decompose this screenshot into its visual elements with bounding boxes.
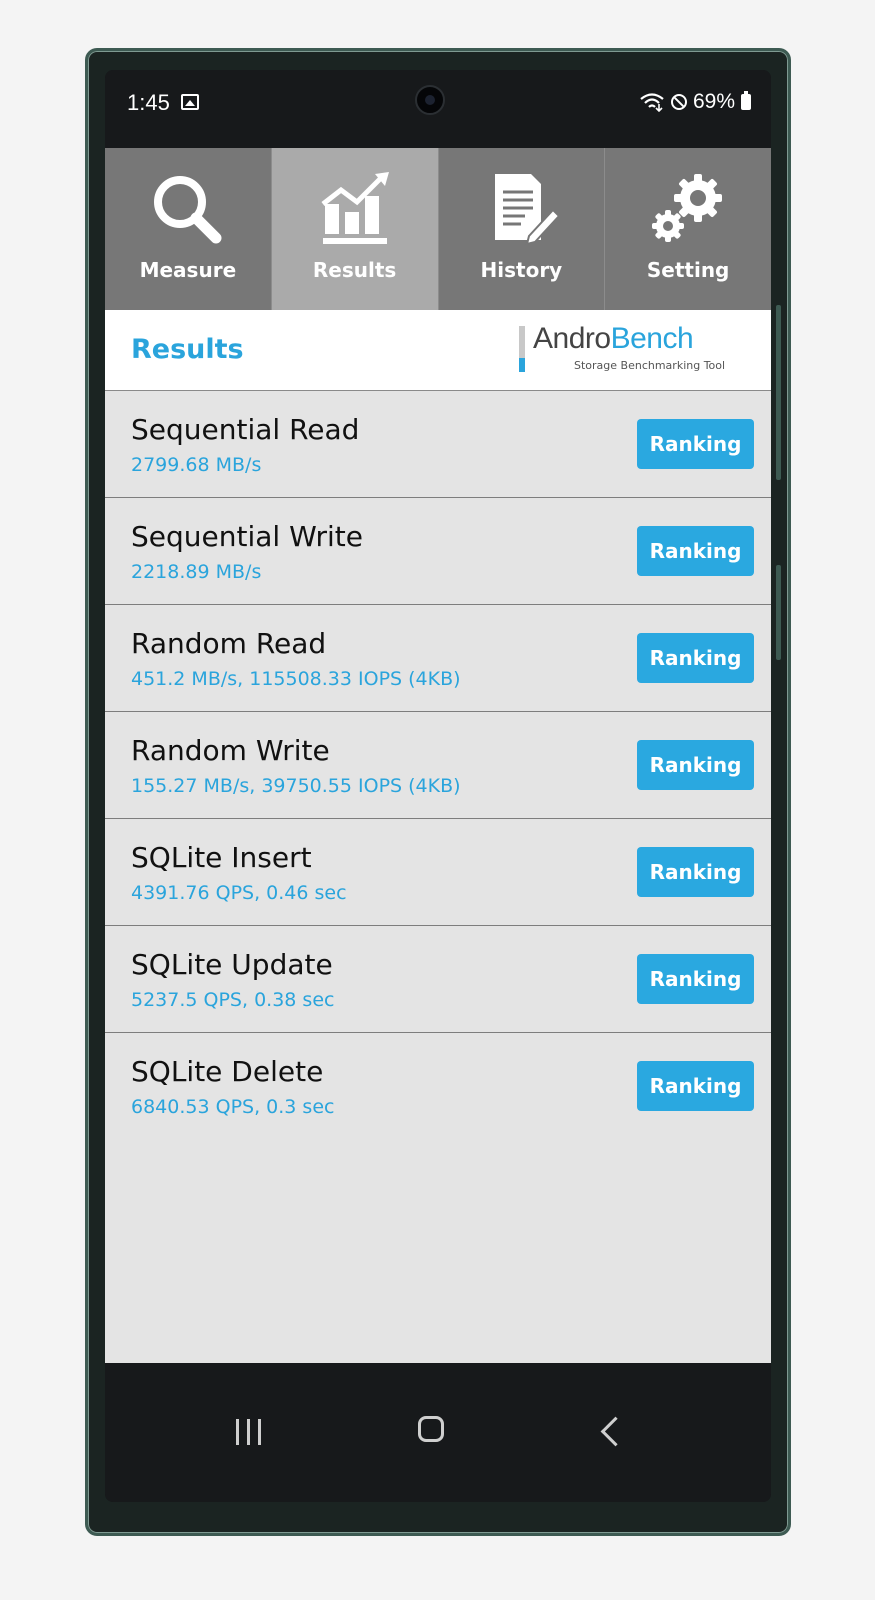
status-time: 1:45 [127,90,170,115]
recents-button[interactable] [236,1419,264,1445]
volume-button [776,565,781,660]
page-title: Results [131,334,244,365]
wifi-icon [640,93,664,112]
ranking-button[interactable]: Ranking [637,1061,754,1111]
ranking-button[interactable]: Ranking [637,419,754,469]
result-row-sqlite-insert: SQLite Insert 4391.76 QPS, 0.46 sec Rank… [105,819,771,926]
logo-text: AndroBench [533,322,694,356]
document-icon [495,174,561,246]
result-value: 5237.5 QPS, 0.38 sec [131,989,335,1011]
tab-label: Results [312,258,397,282]
result-value: 2218.89 MB/s [131,561,262,583]
ranking-button[interactable]: Ranking [637,847,754,897]
ranking-button[interactable]: Ranking [637,740,754,790]
battery-icon [741,91,751,110]
result-row-random-read: Random Read 451.2 MB/s, 115508.33 IOPS (… [105,605,771,712]
home-button[interactable] [418,1416,444,1442]
gear-icon [652,174,723,242]
ranking-button[interactable]: Ranking [637,526,754,576]
tab-setting[interactable]: Setting [605,148,771,310]
tab-measure[interactable]: Measure [105,148,272,310]
tab-label: Setting [646,258,730,282]
result-name: Random Read [131,627,327,660]
result-row-sqlite-delete: SQLite Delete 6840.53 QPS, 0.3 sec Ranki… [105,1033,771,1139]
logo-andro: Andro [533,322,611,355]
logo-bar-accent [519,358,525,372]
power-button [776,305,781,480]
tab-label: Measure [139,258,237,282]
back-button[interactable] [600,1416,631,1447]
chart-icon [321,172,389,244]
result-value: 6840.53 QPS, 0.3 sec [131,1096,335,1118]
result-value: 2799.68 MB/s [131,454,262,476]
results-header: Results AndroBench Storage Benchmarking … [105,310,771,391]
logo-bench: Bench [610,322,694,355]
logo-bar [519,326,525,358]
status-bar: 1:45 69% [105,70,771,148]
result-name: Sequential Read [131,413,360,446]
screen: 1:45 69% Measure Results History Setting… [105,70,771,1502]
androbench-logo: AndroBench Storage Benchmarking Tool [519,322,739,376]
tab-results[interactable]: Results [271,148,439,310]
search-icon [153,176,222,244]
result-row-sequential-write: Sequential Write 2218.89 MB/s Ranking [105,498,771,605]
result-name: SQLite Insert [131,841,312,874]
result-name: SQLite Delete [131,1055,324,1088]
result-value: 4391.76 QPS, 0.46 sec [131,882,347,904]
result-row-sqlite-update: SQLite Update 5237.5 QPS, 0.38 sec Ranki… [105,926,771,1033]
result-name: Sequential Write [131,520,364,553]
ranking-button[interactable]: Ranking [637,633,754,683]
tab-history[interactable]: History [438,148,606,310]
result-name: Random Write [131,734,330,767]
result-value: 451.2 MB/s, 115508.33 IOPS (4KB) [131,668,461,690]
result-value: 155.27 MB/s, 39750.55 IOPS (4KB) [131,775,461,797]
front-camera [415,85,445,115]
tab-label: History [480,258,563,282]
ranking-button[interactable]: Ranking [637,954,754,1004]
status-right: 69% [639,90,751,114]
tab-bar: Measure Results History Setting [105,148,771,310]
system-nav-bar [105,1363,771,1502]
logo-tagline: Storage Benchmarking Tool [574,359,726,372]
battery-percent: 69% [692,90,735,113]
result-name: SQLite Update [131,948,333,981]
result-row-random-write: Random Write 155.27 MB/s, 39750.55 IOPS … [105,712,771,819]
image-icon [181,94,199,110]
dnd-icon [670,94,687,110]
results-list: Sequential Read 2799.68 MB/s Ranking Seq… [105,391,771,1363]
result-row-sequential-read: Sequential Read 2799.68 MB/s Ranking [105,391,771,498]
